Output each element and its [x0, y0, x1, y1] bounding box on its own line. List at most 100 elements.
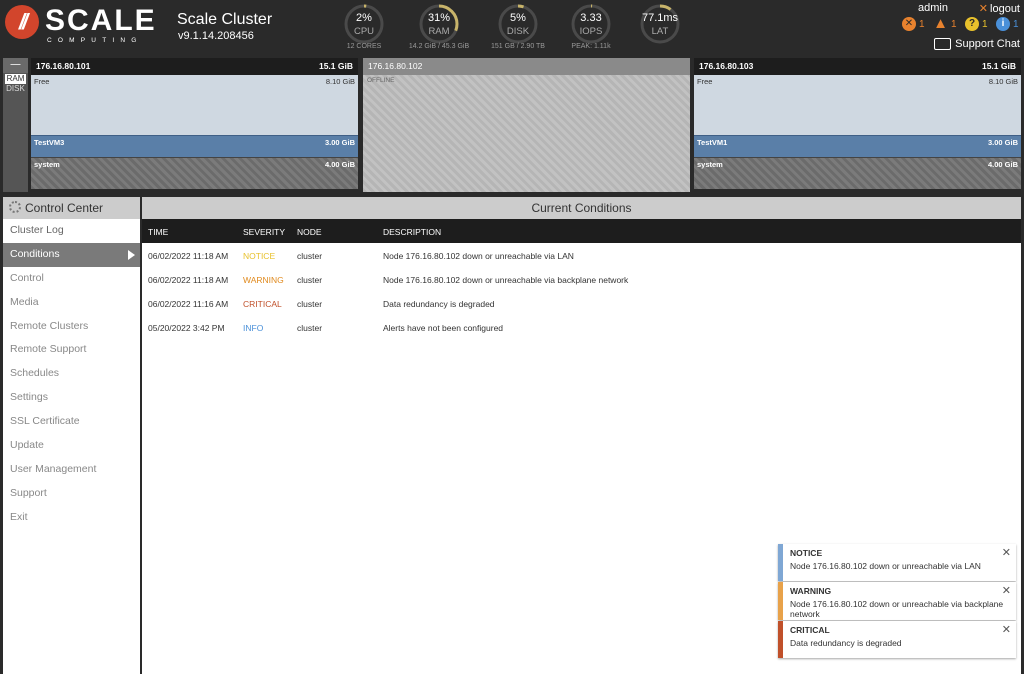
info-icon: i [996, 17, 1010, 31]
toast-message: Data redundancy is degraded [790, 638, 902, 648]
node-header: 176.16.80.101 15.1 GiB [31, 58, 358, 75]
toggle-disk[interactable]: DISK [3, 84, 28, 94]
menu-item-settings[interactable]: Settings [3, 386, 140, 410]
latency-gauge: 77.1ms LAT [639, 3, 681, 45]
node-strip: — RAM DISK 176.16.80.101 15.1 GiB Free 8… [0, 55, 1024, 195]
iops-sub: PEAK: 1.11k [571, 43, 611, 50]
scale-computing-logo[interactable]: // SCALE COMPUTING [5, 5, 155, 45]
close-icon[interactable]: ✕ [1002, 584, 1011, 597]
node-ip: 176.16.80.103 [699, 61, 754, 71]
close-icon[interactable]: ✕ [1002, 546, 1011, 559]
node-card[interactable]: 176.16.80.103 15.1 GiB Free 8.10 GiB Tes… [694, 58, 1021, 192]
free-memory-segment: Free 8.10 GiB [31, 75, 358, 135]
column-header-node: NODE [297, 227, 322, 237]
cpu-gauge: 2% CPU 12 CORES [343, 3, 385, 50]
logo-badge-icon: // [5, 5, 39, 39]
logout-button[interactable]: ✕ logout [979, 2, 1020, 15]
node-ip: 176.16.80.101 [36, 61, 91, 71]
support-chat-label: Support Chat [955, 38, 1020, 50]
node-ip: 176.16.80.102 [368, 61, 423, 71]
ram-disk-toggle: — RAM DISK [3, 58, 28, 192]
row-node: cluster [297, 275, 323, 285]
toast-title: WARNING [790, 586, 832, 596]
menu-item-cluster-log[interactable]: Cluster Log [3, 219, 140, 243]
row-description: Node 176.16.80.102 down or unreachable v… [383, 251, 574, 261]
menu-item-conditions[interactable]: Conditions [3, 242, 140, 267]
row-time: 06/02/2022 11:16 AM [148, 299, 229, 309]
latency-value: 77.1ms [641, 12, 679, 24]
table-row: 06/02/2022 11:18 AM NOTICE cluster Node … [142, 243, 1021, 267]
row-severity: CRITICAL [243, 299, 282, 309]
system-memory-segment: system 4.00 GiB [694, 157, 1021, 189]
menu-item-control[interactable]: Control [3, 267, 140, 291]
notice-count: 1 [982, 18, 988, 30]
gauge-ring-icon [571, 4, 611, 44]
column-header-description: DESCRIPTION [383, 227, 442, 237]
menu-item-schedules[interactable]: Schedules [3, 362, 140, 386]
row-node: cluster [297, 299, 323, 309]
menu-item-ssl-certificate[interactable]: SSL Certificate [3, 410, 140, 434]
node-capacity: 15.1 GiB [318, 61, 353, 71]
critical-alerts-indicator[interactable]: ✕ 1 [902, 17, 925, 33]
logo-text: SCALE [45, 4, 157, 37]
iops-value: 3.33 [580, 12, 602, 24]
cluster-version: v9.1.14.208456 [178, 30, 254, 42]
vm-memory-segment[interactable]: TestVM3 3.00 GiB [31, 135, 358, 157]
system-label: system [697, 160, 723, 169]
critical-count: 1 [919, 18, 925, 30]
node-capacity: 15.1 GiB [981, 61, 1016, 71]
system-amount: 4.00 GiB [324, 160, 355, 169]
free-label: Free [697, 77, 713, 86]
row-severity: WARNING [243, 275, 284, 285]
system-amount: 4.00 GiB [987, 160, 1018, 169]
node-card[interactable]: 176.16.80.101 15.1 GiB Free 8.10 GiB Tes… [31, 58, 358, 192]
disk-gauge: 5% DISK 151 GB / 2.90 TB [491, 3, 545, 50]
toast-title: NOTICE [790, 548, 823, 558]
warning-toast: WARNING Node 176.16.80.102 down or unrea… [778, 582, 1016, 620]
gauge-ring-icon [419, 4, 459, 44]
node-card-offline[interactable]: 176.16.80.102 OFFLINE [363, 58, 690, 192]
toast-title: CRITICAL [790, 625, 830, 635]
collapse-button[interactable]: — [3, 58, 28, 73]
gauge-ring-icon [344, 4, 384, 44]
toast-message: Node 176.16.80.102 down or unreachable v… [790, 561, 981, 571]
menu-item-exit[interactable]: Exit [3, 506, 140, 530]
menu-item-update[interactable]: Update [3, 434, 140, 458]
row-description: Alerts have not been configured [383, 323, 504, 333]
row-time: 06/02/2022 11:18 AM [148, 275, 229, 285]
conditions-table-header: TIME SEVERITY NODE DESCRIPTION [142, 219, 1021, 243]
menu-item-support[interactable]: Support [3, 482, 140, 506]
control-center-title: Control Center [25, 201, 104, 215]
notice-alerts-indicator[interactable]: ? 1 [965, 17, 988, 33]
menu-item-media[interactable]: Media [3, 291, 140, 315]
free-amount: 8.10 GiB [325, 77, 355, 86]
cpu-label: CPU [353, 26, 375, 37]
toast-message: Node 176.16.80.102 down or unreachable v… [790, 599, 1004, 619]
free-label: Free [34, 77, 50, 86]
info-alerts-indicator[interactable]: i1 [996, 17, 1019, 33]
row-severity: NOTICE [243, 251, 276, 261]
row-severity: INFO [243, 323, 264, 333]
support-chat-button[interactable]: Support Chat [934, 38, 1020, 51]
chat-icon [934, 38, 952, 51]
toggle-ram[interactable]: RAM [5, 74, 26, 84]
iops-gauge: 3.33 IOPS PEAK: 1.11k [570, 3, 612, 50]
warning-alerts-indicator[interactable]: ▲ 1 [933, 16, 957, 33]
close-icon: ✕ [978, 3, 989, 15]
critical-x-icon: ✕ [902, 17, 916, 31]
menu-item-remote-support[interactable]: Remote Support [3, 338, 140, 362]
menu-item-remote-clusters[interactable]: Remote Clusters [3, 315, 140, 339]
row-node: cluster [297, 323, 323, 333]
current-user: admin [918, 2, 948, 14]
row-time: 05/20/2022 3:42 PM [148, 323, 225, 333]
row-description: Data redundancy is degraded [383, 299, 495, 309]
gauge-ring-icon [498, 4, 538, 44]
menu-item-user-management[interactable]: User Management [3, 458, 140, 482]
vm-memory-segment[interactable]: TestVM1 3.00 GiB [694, 135, 1021, 157]
column-header-time: TIME [148, 227, 169, 237]
close-icon[interactable]: ✕ [1002, 623, 1011, 636]
notice-toast: NOTICE Node 176.16.80.102 down or unreac… [778, 544, 1016, 581]
panel-title: Current Conditions [142, 197, 1021, 219]
free-memory-segment: Free 8.10 GiB [694, 75, 1021, 135]
vm-amount: 3.00 GiB [324, 138, 355, 147]
